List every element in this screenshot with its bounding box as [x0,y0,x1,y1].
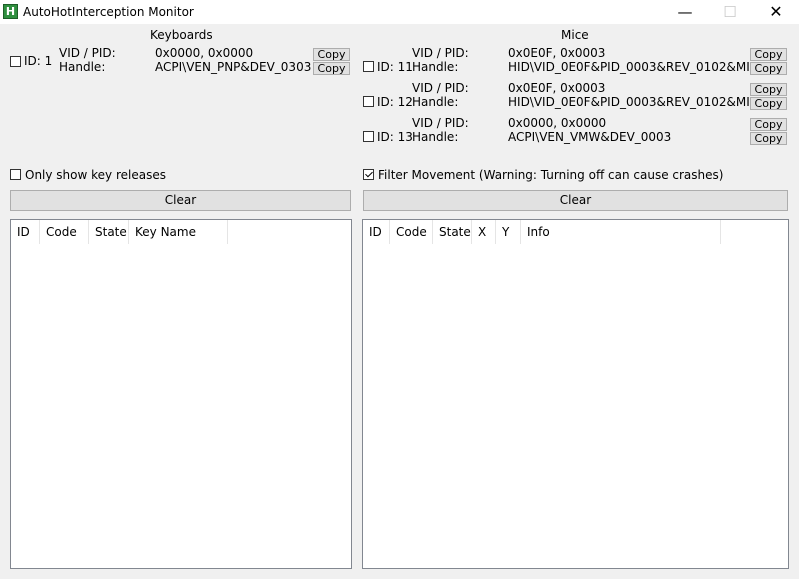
close-button[interactable]: ✕ [753,0,799,24]
filter-movement-label: Filter Movement (Warning: Turning off ca… [378,168,724,182]
mouse-13-checkbox[interactable] [363,131,374,142]
mouse-col-x[interactable]: X [472,220,496,244]
mouse-13-copy-handle-button[interactable]: Copy [750,132,787,145]
mouse-13-vidpid-label: VID / PID: [412,116,469,130]
only-key-releases-label: Only show key releases [25,168,166,182]
mouse-12-vidpid-label: VID / PID: [412,81,469,95]
mouse-clear-button[interactable]: Clear [363,190,788,211]
filter-movement-checkbox[interactable] [363,169,374,180]
mouse-11-vidpid-label: VID / PID: [412,46,469,60]
keyboard-col-id[interactable]: ID [11,220,40,244]
mouse-13-handle-value: ACPI\VEN_VMW&DEV_0003 [508,130,672,144]
keyboard-events-list[interactable]: ID Code State Key Name [10,219,352,569]
keyboards-heading: Keyboards [150,28,213,42]
mouse-col-id[interactable]: ID [363,220,390,244]
mouse-12-handle-label: Handle: [412,95,459,109]
keyboard-1-vidpid-value: 0x0000, 0x0000 [155,46,254,60]
maximize-button[interactable]: ☐ [707,0,753,24]
mouse-col-code[interactable]: Code [390,220,433,244]
mouse-12-copy-handle-button[interactable]: Copy [750,97,787,110]
mouse-col-info[interactable]: Info [521,220,721,244]
keyboard-1-copy-handle-button[interactable]: Copy [313,62,350,75]
keyboard-1-vidpid-label: VID / PID: [59,46,116,60]
mouse-11-handle-label: Handle: [412,60,459,74]
keyboard-1-checkbox[interactable] [10,56,21,67]
mouse-12-handle-value: HID\VID_0E0F&PID_0003&REV_0102&MI_01 [508,95,749,109]
app-icon: H [3,4,18,19]
mouse-11-vidpid-value: 0x0E0F, 0x0003 [508,46,606,60]
keyboard-col-state[interactable]: State [89,220,129,244]
keyboard-col-key-name[interactable]: Key Name [129,220,228,244]
mouse-13-copy-vidpid-button[interactable]: Copy [750,118,787,131]
mouse-11-copy-handle-button[interactable]: Copy [750,62,787,75]
mouse-13-handle-label: Handle: [412,130,459,144]
mouse-12-id-label: ID: 12 [377,95,413,109]
keyboard-clear-button[interactable]: Clear [10,190,351,211]
title-bar: H AutoHotInterception Monitor — ☐ ✕ [0,0,799,24]
mouse-11-checkbox[interactable] [363,61,374,72]
mouse-11-copy-vidpid-button[interactable]: Copy [750,48,787,61]
keyboard-1-copy-vidpid-button[interactable]: Copy [313,48,350,61]
mouse-11-id-label: ID: 11 [377,60,413,74]
only-key-releases-checkbox[interactable] [10,169,21,180]
mouse-11-handle-value: HID\VID_0E0F&PID_0003&REV_0102&MI_00 [508,60,749,74]
keyboard-1-id-label: ID: 1 [24,54,53,68]
mouse-12-vidpid-value: 0x0E0F, 0x0003 [508,81,606,95]
mouse-13-vidpid-value: 0x0000, 0x0000 [508,116,607,130]
mouse-col-state[interactable]: State [433,220,472,244]
mouse-12-copy-vidpid-button[interactable]: Copy [750,83,787,96]
mouse-events-list[interactable]: ID Code State X Y Info [362,219,789,569]
window-title: AutoHotInterception Monitor [23,5,194,19]
minimize-button[interactable]: — [662,0,708,24]
mouse-col-y[interactable]: Y [496,220,521,244]
mouse-12-checkbox[interactable] [363,96,374,107]
keyboard-col-code[interactable]: Code [40,220,89,244]
keyboard-1-handle-label: Handle: [59,60,106,74]
mouse-13-id-label: ID: 13 [377,130,413,144]
mice-heading: Mice [561,28,589,42]
keyboard-1-handle-value: ACPI\VEN_PNP&DEV_0303 [155,60,311,74]
